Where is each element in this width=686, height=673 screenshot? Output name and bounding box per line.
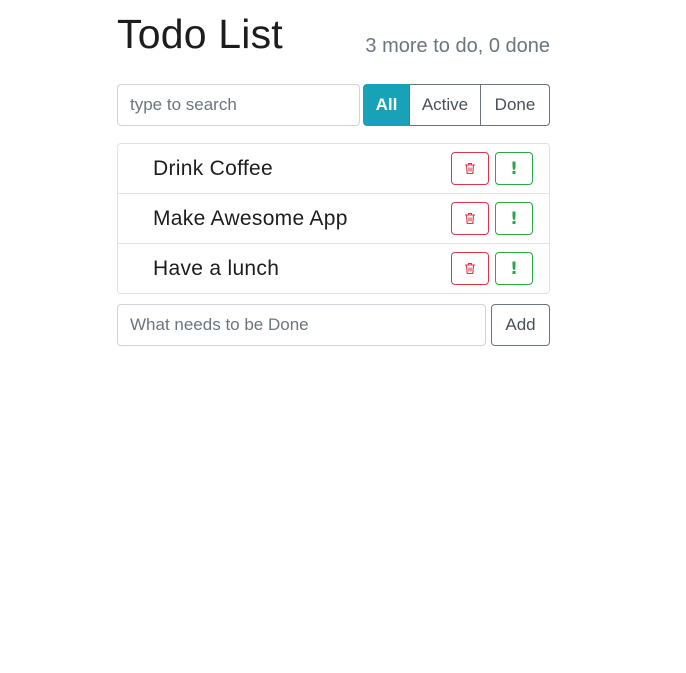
mark-important-button[interactable]: ! <box>495 152 533 185</box>
app-header: Todo List 3 more to do, 0 done <box>117 0 550 80</box>
filter-active-button[interactable]: Active <box>409 84 481 126</box>
todo-counter: 3 more to do, 0 done <box>365 35 550 57</box>
exclamation-icon: ! <box>510 208 518 229</box>
search-panel: All Active Done <box>117 84 550 126</box>
trash-icon <box>465 262 475 275</box>
todo-item: Have a lunch ! <box>118 243 549 293</box>
delete-button[interactable] <box>451 152 489 185</box>
todo-item-label[interactable]: Make Awesome App <box>153 207 348 231</box>
todo-app: Todo List 3 more to do, 0 done All Activ… <box>117 0 550 346</box>
filter-all-button[interactable]: All <box>363 84 410 126</box>
todo-item: Make Awesome App ! <box>118 193 549 243</box>
mark-important-button[interactable]: ! <box>495 252 533 285</box>
trash-icon <box>465 212 475 225</box>
todo-item-label[interactable]: Have a lunch <box>153 257 279 281</box>
add-item-form: Add <box>117 304 550 346</box>
trash-icon <box>465 162 475 175</box>
add-button[interactable]: Add <box>491 304 550 346</box>
exclamation-icon: ! <box>510 158 518 179</box>
mark-important-button[interactable]: ! <box>495 202 533 235</box>
new-todo-input[interactable] <box>117 304 486 346</box>
todo-item-label[interactable]: Drink Coffee <box>153 157 273 181</box>
page-title: Todo List <box>117 11 283 57</box>
todo-list: Drink Coffee ! Make Awesome App ! Have a… <box>117 143 550 294</box>
filter-done-button[interactable]: Done <box>480 84 550 126</box>
delete-button[interactable] <box>451 252 489 285</box>
todo-item: Drink Coffee ! <box>118 144 549 193</box>
delete-button[interactable] <box>451 202 489 235</box>
search-input[interactable] <box>117 84 360 126</box>
exclamation-icon: ! <box>510 258 518 279</box>
status-filter: All Active Done <box>363 84 550 126</box>
